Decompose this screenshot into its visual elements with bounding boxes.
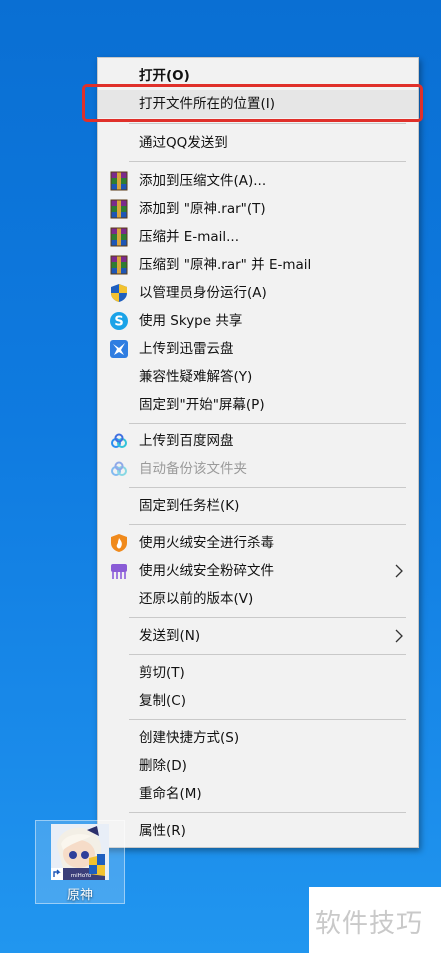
menu-item-xunlei-upload[interactable]: 上传到迅雷云盘 [98,335,418,363]
menu-item-label: 以管理员身份运行(A) [139,285,267,301]
menu-item-copy[interactable]: 复制(C) [98,687,418,715]
watermark: 软件技巧 [309,887,441,953]
menu-item-label: 发送到(N) [139,628,201,644]
menu-item-label: 使用火绒安全粉碎文件 [139,563,274,579]
menu-item-send-via-qq[interactable]: 通过QQ发送到 [98,129,418,157]
menu-item-label: 使用 Skype 共享 [139,313,243,329]
menu-item-label: 上传到百度网盘 [139,433,234,449]
app-badge-text: miHoYo [71,873,92,879]
highlight-box [82,84,423,122]
menu-item-label: 删除(D) [139,758,187,774]
menu-separator [129,161,406,162]
menu-item-compress-email[interactable]: 压缩并 E-mail... [98,223,418,251]
menu-item-rename[interactable]: 重命名(M) [98,780,418,808]
watermark-text: 软件技巧 [315,909,424,939]
menu-item-label: 兼容性疑难解答(Y) [139,369,253,385]
menu-item-label: 使用火绒安全进行杀毒 [139,535,274,551]
menu-item-skype-share[interactable]: S 使用 Skype 共享 [98,307,418,335]
menu-item-send-to[interactable]: 发送到(N) [98,622,418,650]
menu-item-label: 自动备份该文件夹 [139,461,247,477]
menu-item-label: 创建快捷方式(S) [139,730,240,746]
menu-item-add-to-archive[interactable]: 添加到压缩文件(A)... [98,167,418,195]
menu-item-add-to-rar[interactable]: 添加到 "原神.rar"(T) [98,195,418,223]
menu-item-label: 重命名(M) [139,786,202,802]
genshin-app-icon: miHoYo [51,824,109,880]
huorong-icon [111,534,127,552]
chevron-right-icon [395,564,403,578]
menu-separator [129,123,406,124]
menu-item-label: 压缩到 "原神.rar" 并 E-mail [139,257,312,273]
uac-shield-icon [111,284,127,302]
menu-item-compatibility[interactable]: 兼容性疑难解答(Y) [98,363,418,391]
menu-item-label: 固定到"开始"屏幕(P) [139,397,265,413]
menu-separator [129,617,406,618]
menu-item-cut[interactable]: 剪切(T) [98,659,418,687]
menu-item-label: 属性(R) [139,823,186,839]
menu-item-label: 通过QQ发送到 [139,135,228,151]
skype-icon: S [110,312,128,330]
chevron-right-icon [395,629,403,643]
menu-item-properties[interactable]: 属性(R) [98,817,418,845]
menu-item-baidu-backup[interactable]: 自动备份该文件夹 [98,455,418,483]
menu-item-huorong-scan[interactable]: 使用火绒安全进行杀毒 [98,529,418,557]
baidu-netdisk-icon [111,433,127,448]
menu-item-huorong-shred[interactable]: 使用火绒安全粉碎文件 [98,557,418,585]
winrar-icon [110,255,128,275]
menu-item-label: 压缩并 E-mail... [139,229,239,245]
menu-separator [129,423,406,424]
svg-text:S: S [114,315,123,330]
menu-item-baidu-upload[interactable]: 上传到百度网盘 [98,427,418,455]
menu-item-label: 剪切(T) [139,665,185,681]
menu-item-compress-rar-email[interactable]: 压缩到 "原神.rar" 并 E-mail [98,251,418,279]
baidu-netdisk-icon [111,461,127,476]
shredder-icon [111,564,127,579]
menu-item-label: 还原以前的版本(V) [139,591,254,607]
context-menu: 打开(O) 打开文件所在的位置(I) 通过QQ发送到 添加到压缩文件(A)...… [97,57,419,848]
menu-item-label: 添加到压缩文件(A)... [139,173,267,189]
menu-separator [129,487,406,488]
winrar-icon [110,227,128,247]
menu-item-label: 固定到任务栏(K) [139,498,240,514]
menu-separator [129,812,406,813]
menu-separator [129,524,406,525]
menu-item-delete[interactable]: 删除(D) [98,752,418,780]
menu-item-pin-to-start[interactable]: 固定到"开始"屏幕(P) [98,391,418,419]
desktop-icon-label: 原神 [66,888,93,903]
xunlei-icon [110,340,128,358]
menu-item-create-shortcut[interactable]: 创建快捷方式(S) [98,724,418,752]
menu-item-run-as-admin[interactable]: 以管理员身份运行(A) [98,279,418,307]
desktop-shortcut-genshin[interactable]: miHoYo 原神 [35,820,125,904]
winrar-icon [110,199,128,219]
menu-item-restore-previous[interactable]: 还原以前的版本(V) [98,585,418,613]
menu-separator [129,719,406,720]
menu-item-label: 添加到 "原神.rar"(T) [139,201,266,217]
menu-item-label: 上传到迅雷云盘 [139,341,234,357]
menu-separator [129,654,406,655]
menu-item-label: 复制(C) [139,693,186,709]
winrar-icon [110,171,128,191]
menu-item-pin-to-taskbar[interactable]: 固定到任务栏(K) [98,492,418,520]
